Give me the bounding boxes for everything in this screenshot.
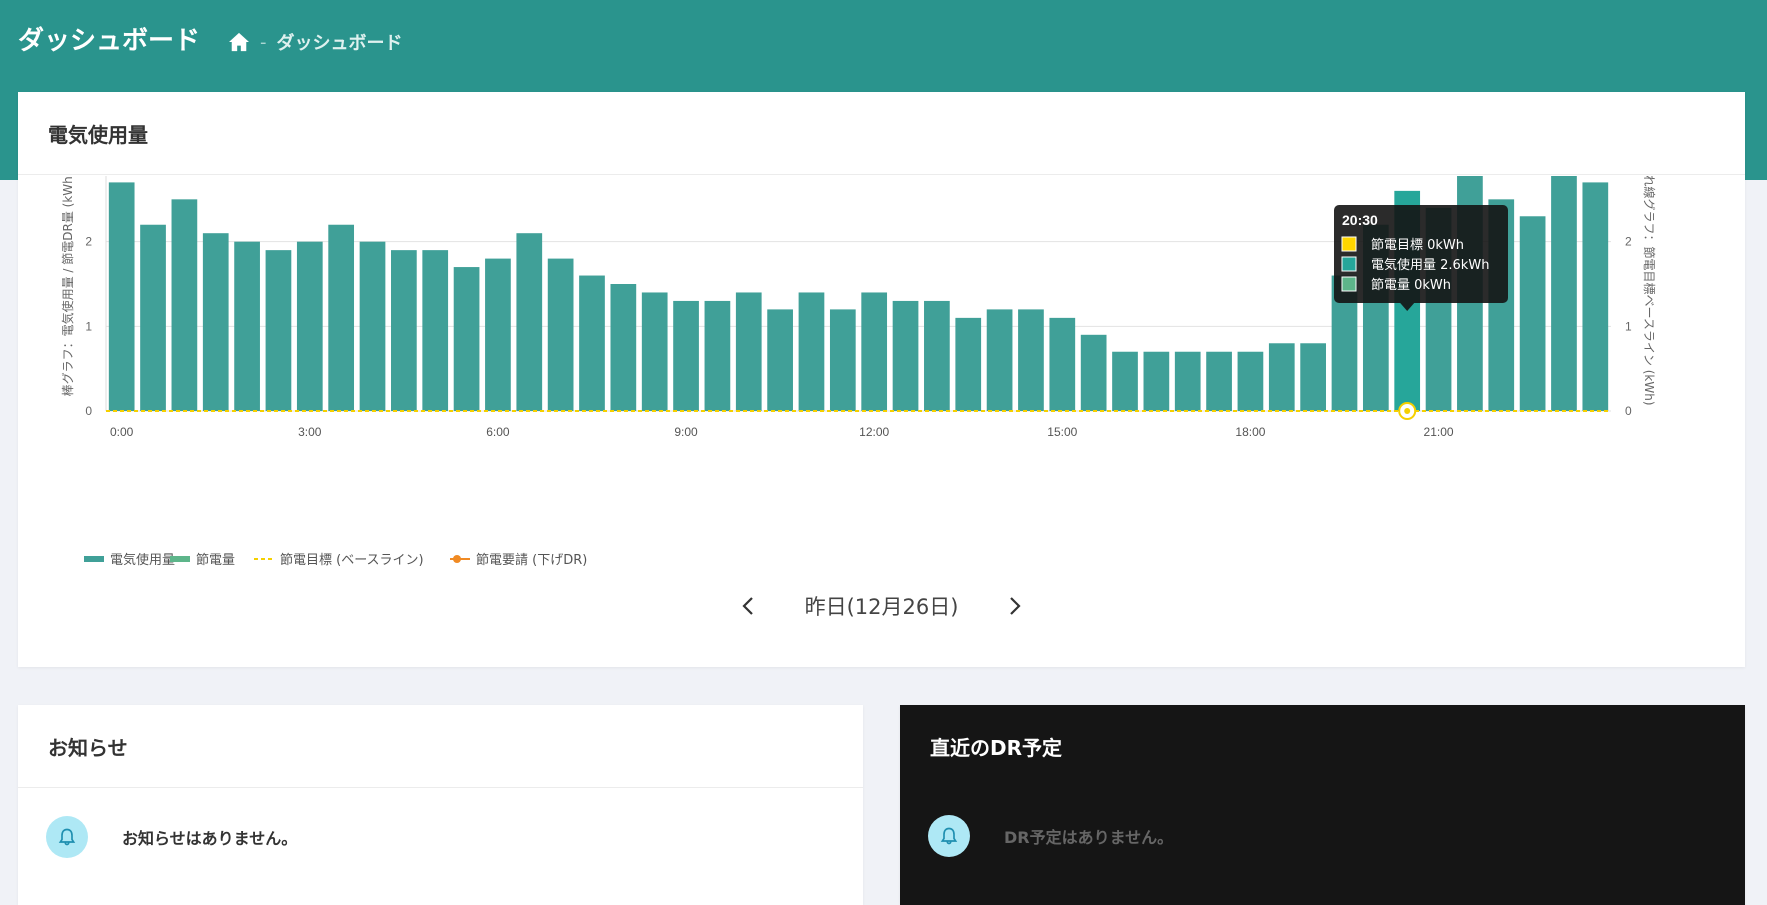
- legend-label: 電気使用量: [110, 552, 175, 568]
- bar-usage: [1237, 351, 1264, 411]
- x-tick-label: 9:00: [674, 425, 698, 439]
- bar-usage: [516, 233, 543, 411]
- y-right-tick-label: 1: [1625, 319, 1632, 333]
- bar-usage: [171, 199, 198, 411]
- legend-label: 節電目標 (ベースライン): [280, 553, 424, 568]
- page-title: ダッシュボード: [18, 26, 201, 56]
- x-tick-label: 6:00: [486, 425, 510, 439]
- legend-swatch: [84, 556, 104, 562]
- news-message: お知らせはありません。: [122, 829, 298, 848]
- bar-usage: [610, 284, 637, 411]
- bar-usage: [202, 233, 229, 411]
- breadcrumb-current: ダッシュボード: [276, 33, 403, 54]
- bar-usage: [641, 292, 668, 411]
- y-right-tick-label: 2: [1625, 235, 1632, 249]
- bar-usage: [485, 258, 511, 411]
- bar-usage: [265, 250, 292, 411]
- news-item: お知らせはありません。: [18, 788, 863, 886]
- bar-usage: [924, 300, 950, 411]
- breadcrumb: - ダッシュボード: [228, 29, 403, 55]
- tooltip-swatch: [1341, 276, 1357, 292]
- tooltip-title: 20:30: [1342, 212, 1378, 228]
- bar-usage: [986, 309, 1013, 411]
- legend-label: 節電量: [196, 553, 235, 568]
- usage-card-title: 電気使用量: [18, 92, 1745, 175]
- bar-usage: [955, 317, 982, 411]
- tooltip-swatch: [1341, 256, 1357, 272]
- tooltip-item: 電気使用量 2.6kWh: [1371, 257, 1489, 273]
- dr-message: DR予定はありません。: [1004, 828, 1174, 847]
- usage-card: 電気使用量 012301230:003:006:009:0012:0015:00…: [18, 92, 1745, 667]
- y-left-axis-label: 棒グラフ：電気使用量 / 節電DR量 (kWh): [60, 176, 75, 396]
- x-tick-label: 21:00: [1424, 425, 1454, 439]
- bar-usage: [1268, 343, 1295, 411]
- dr-schedule-card: 直近のDR予定 DR予定はありません。: [900, 705, 1745, 905]
- bell-icon: [928, 815, 970, 857]
- bar-usage: [1143, 351, 1170, 411]
- y-left-tick-label: 0: [85, 404, 92, 418]
- tooltip-item: 節電量 0kWh: [1371, 278, 1451, 293]
- bar-usage: [1080, 334, 1107, 411]
- y-left-tick-label: 1: [85, 319, 92, 333]
- chevron-right-icon: [1010, 597, 1021, 615]
- y-right-tick-label: 0: [1625, 404, 1632, 418]
- legend-swatch-dot: [453, 555, 461, 563]
- y-left-tick-label: 2: [85, 235, 92, 249]
- hover-point-dot: [1404, 408, 1411, 414]
- bar-usage: [767, 309, 793, 411]
- bar-usage: [829, 309, 856, 411]
- chevron-left-icon: [742, 597, 753, 615]
- legend-label: 節電要請 (下げDR): [476, 553, 587, 568]
- x-tick-label: 0:00: [110, 425, 134, 439]
- y-right-axis-label: 折れ線グラフ：節電目標ベースライン (kWh): [1642, 176, 1657, 406]
- bar-usage: [1206, 351, 1232, 411]
- bar-usage: [579, 275, 605, 411]
- date-navigation: 昨日(12月26日): [18, 586, 1745, 626]
- bar-usage: [328, 224, 355, 411]
- bar-usage: [1551, 176, 1577, 411]
- breadcrumb-separator: -: [260, 31, 267, 53]
- legend-swatch: [170, 556, 190, 562]
- dr-card-title: 直近のDR予定: [930, 735, 1063, 760]
- prev-day-button[interactable]: [731, 589, 765, 623]
- next-day-button[interactable]: [998, 589, 1032, 623]
- bar-usage: [296, 241, 323, 411]
- bar-usage: [547, 258, 574, 411]
- x-tick-label: 15:00: [1047, 425, 1077, 439]
- bar-usage: [704, 300, 731, 411]
- bar-usage: [892, 300, 919, 411]
- x-tick-label: 18:00: [1235, 425, 1265, 439]
- bar-usage: [453, 267, 480, 411]
- page-header: ダッシュボード - ダッシュボード: [0, 0, 1767, 82]
- bar-usage: [735, 292, 762, 411]
- current-date-label: 昨日(12月26日): [804, 595, 959, 619]
- bar-usage: [422, 250, 449, 411]
- news-card-title: お知らせ: [18, 705, 863, 788]
- bar-usage: [140, 224, 166, 411]
- news-card: お知らせ お知らせはありません。: [18, 705, 863, 905]
- x-tick-label: 12:00: [859, 425, 889, 439]
- bar-usage: [1112, 351, 1138, 411]
- usage-chart: 012301230:003:006:009:0012:0015:0018:002…: [60, 176, 1657, 568]
- bar-usage: [1049, 317, 1076, 411]
- tooltip-item: 節電目標 0kWh: [1371, 238, 1464, 253]
- x-tick-label: 3:00: [298, 425, 322, 439]
- bar-usage: [1582, 182, 1609, 411]
- bar-usage: [798, 292, 825, 411]
- dr-item: DR予定はありません。: [900, 787, 1745, 885]
- bar-usage: [108, 182, 135, 411]
- bar-usage: [861, 292, 888, 411]
- bar-usage: [1018, 309, 1044, 411]
- bar-usage: [673, 300, 699, 411]
- tooltip-swatch: [1341, 236, 1357, 252]
- bar-usage: [1174, 351, 1201, 411]
- bell-icon: [46, 816, 88, 858]
- bar-usage: [234, 241, 260, 411]
- bar-usage: [1519, 216, 1546, 411]
- home-icon[interactable]: [228, 32, 250, 52]
- bar-usage: [1300, 343, 1326, 411]
- bar-usage: [359, 241, 386, 411]
- bar-usage: [391, 250, 417, 411]
